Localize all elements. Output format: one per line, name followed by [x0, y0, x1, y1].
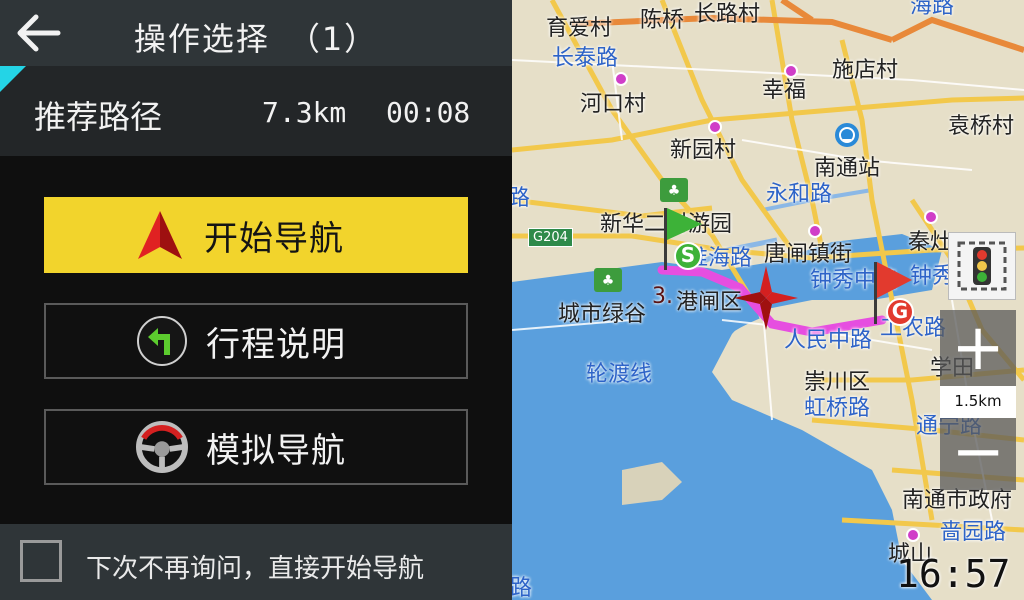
selected-corner-marker: [0, 66, 26, 92]
map-label: 施店村: [832, 58, 899, 83]
map-road-label: 虹桥路: [804, 396, 871, 421]
map-label: 长路村: [694, 2, 761, 27]
turn-left-arrow-icon: [136, 315, 188, 367]
park-icon: ♣: [660, 178, 688, 202]
zoom-control: + 1.5km −: [940, 310, 1016, 490]
map-road-label: 路: [512, 576, 533, 600]
start-flag-icon: S: [662, 208, 706, 274]
map-view[interactable]: ♣ ♣ G204 育爱村 陈桥 长路村 长泰路 海路 施店村 幸福 河口村 袁桥…: [512, 0, 1024, 600]
svg-text:♣: ♣: [602, 273, 615, 289]
map-label: 陈桥: [640, 8, 685, 33]
map-road-label: 路: [512, 186, 531, 211]
map-label: 育爱村: [546, 16, 613, 41]
clock: 16:57: [896, 552, 1011, 596]
destination-marker-letter: G: [891, 299, 909, 323]
route-distance: 7.3km: [262, 96, 347, 129]
dont-ask-label: 下次不再询问，直接开始导航: [86, 554, 425, 584]
start-marker-letter: S: [680, 243, 696, 267]
simulate-navigation-label: 模拟导航: [206, 430, 346, 471]
map-label: 秦灶: [908, 230, 953, 255]
traffic-toggle-button[interactable]: [948, 232, 1016, 300]
map-label: 新园村: [670, 138, 737, 163]
itinerary-label: 行程说明: [206, 324, 346, 365]
navigation-arrow-icon: [134, 209, 186, 261]
zoom-out-button[interactable]: −: [940, 418, 1016, 490]
map-label: 河口村: [580, 92, 647, 117]
poi-dot: [614, 72, 628, 86]
zoom-in-button[interactable]: +: [940, 310, 1016, 386]
train-station-icon: [835, 123, 859, 147]
map-road-label: 永和路: [766, 182, 833, 207]
map-road-label: 轮渡线: [586, 362, 653, 387]
itinerary-button[interactable]: 行程说明: [44, 303, 468, 379]
route-duration: 00:08: [386, 96, 471, 129]
header-bar: 操作选择 （1）: [0, 0, 512, 66]
map-road-label: 啬园路: [940, 520, 1007, 545]
steering-wheel-icon: [136, 421, 188, 473]
map-label: 幸福: [762, 78, 807, 103]
map-road-label: 长泰路: [552, 46, 619, 71]
poi-dot: [924, 210, 938, 224]
start-navigation-button[interactable]: 开始导航: [44, 197, 468, 273]
svg-text:♣: ♣: [668, 183, 681, 199]
map-label: 3.: [652, 284, 673, 309]
scale-indicator: 1.5km: [940, 386, 1016, 418]
map-label: 港闸区: [676, 290, 743, 315]
highway-badge: G204: [528, 228, 573, 247]
map-label: 城市绿谷: [558, 302, 647, 327]
compass-icon: [734, 266, 798, 330]
simulate-navigation-button[interactable]: 模拟导航: [44, 409, 468, 485]
dont-ask-checkbox[interactable]: [20, 540, 62, 582]
park-icon: ♣: [594, 268, 622, 292]
map-label: 袁桥村: [948, 114, 1015, 139]
page-title: 操作选择 （1）: [133, 20, 379, 58]
map-road-label: 海路: [910, 0, 955, 19]
destination-flag-icon: G: [872, 262, 918, 328]
route-name: 推荐路径: [34, 98, 163, 136]
start-navigation-label: 开始导航: [204, 218, 344, 259]
route-options-panel: 操作选择 （1） 推荐路径 7.3km 00:08 开始导航 行程说明 模拟导航…: [0, 0, 512, 600]
traffic-light-icon: [957, 241, 1007, 291]
